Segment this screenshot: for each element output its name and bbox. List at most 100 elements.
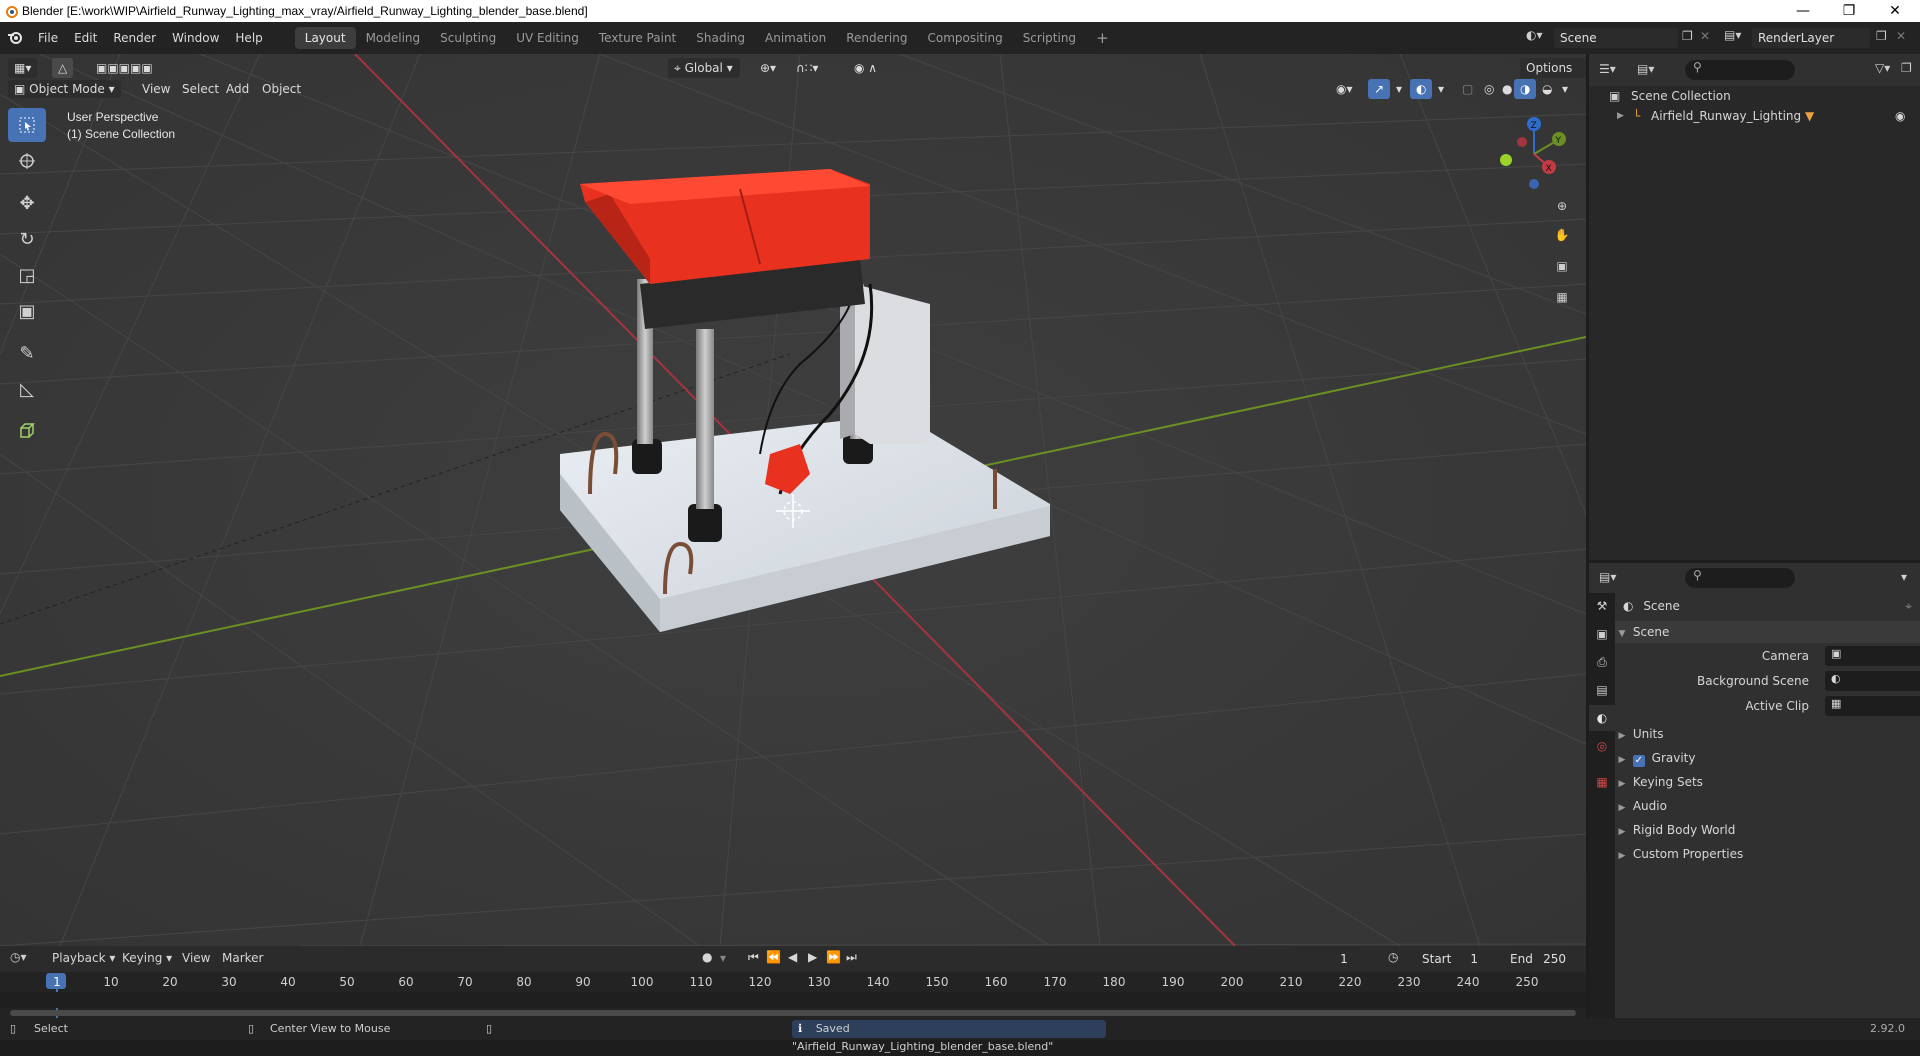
jump-prev-key-icon[interactable]: ⏪ — [766, 950, 781, 964]
select-tool-icon[interactable] — [8, 108, 46, 142]
background-scene-field[interactable]: ◐ — [1825, 671, 1920, 691]
delete-view-layer-icon[interactable]: ✕ — [1896, 29, 1906, 43]
viewport-menu-object[interactable]: Object — [256, 79, 307, 99]
select-box-tool-icon[interactable]: △ — [52, 58, 74, 78]
view-layer-icon[interactable]: ▤▾ — [1724, 28, 1741, 42]
tab-scripting[interactable]: Scripting — [1013, 27, 1086, 49]
snap-icon[interactable]: ∩∷▾ — [790, 58, 824, 78]
preview-range-icon[interactable]: ◷ — [1388, 950, 1398, 964]
xray-toggle-icon[interactable]: ▢ — [1456, 79, 1479, 99]
add-workspace-icon[interactable]: + — [1086, 27, 1119, 49]
gizmo-dropdown-icon[interactable]: ▾ — [1390, 79, 1408, 99]
viewport-menu-view[interactable]: View — [136, 79, 176, 99]
tab-texture-paint[interactable]: Texture Paint — [589, 27, 686, 49]
3d-viewport[interactable]: ▦▾ △ ▣▣▣▣▣ ⌖ Global ▾ ⊕▾ ∩∷▾ ◉ ∧ Options… — [0, 54, 1586, 946]
restore-button[interactable]: ❐ — [1826, 0, 1872, 22]
tab-compositing[interactable]: Compositing — [917, 27, 1012, 49]
custom-properties-panel-header[interactable]: ▶ Custom Properties — [1615, 843, 1920, 865]
audio-panel-header[interactable]: ▶ Audio — [1615, 795, 1920, 817]
gravity-panel-header[interactable]: ▶ ✓ Gravity — [1615, 747, 1920, 769]
cursor-tool-icon[interactable] — [8, 144, 46, 178]
outliner-item[interactable]: ▶ └ Airfield_Runway_Lighting ▼ ◉ — [1589, 106, 1920, 126]
timeline-menu-marker[interactable]: Marker — [222, 951, 263, 965]
timeline-scrollbar[interactable] — [10, 1010, 1576, 1016]
gizmo-toggle-icon[interactable]: ↗ — [1368, 79, 1391, 99]
annotate-tool-icon[interactable]: ✎ — [8, 336, 46, 370]
mode-dropdown[interactable]: ▣ Object Mode ▾ — [8, 80, 121, 98]
world-tab-icon[interactable]: ◎ — [1589, 733, 1615, 759]
current-frame-field[interactable]: 1 — [1308, 949, 1380, 969]
blender-menu-icon[interactable] — [0, 29, 30, 48]
add-cube-tool-icon[interactable] — [8, 414, 46, 448]
shading-dropdown-icon[interactable]: ▾ — [1556, 79, 1574, 99]
transform-orientation-dropdown[interactable]: ⌖ Global ▾ — [668, 58, 740, 78]
active-clip-field[interactable]: ▦ — [1825, 696, 1920, 716]
options-dropdown[interactable]: Options ▾ — [1520, 58, 1586, 95]
start-frame-field[interactable]: Start 1 — [1406, 949, 1490, 969]
outliner-root-row[interactable]: ▣ Scene Collection — [1589, 86, 1920, 106]
pin-icon[interactable]: ⌖ — [1905, 593, 1912, 619]
tab-sculpting[interactable]: Sculpting — [430, 27, 506, 49]
tab-layout[interactable]: Layout — [294, 27, 356, 49]
editor-type-icon[interactable]: ▦▾ — [8, 58, 38, 78]
rotate-tool-icon[interactable]: ↻ — [8, 222, 46, 256]
outliner-search-input[interactable]: ⚲ — [1685, 60, 1795, 80]
viewport-menu-select[interactable]: Select — [176, 79, 225, 99]
display-mode-icon[interactable]: ▤▾ — [1637, 62, 1654, 76]
menu-render[interactable]: Render — [105, 27, 164, 49]
timeline-editor-type-icon[interactable]: ◷▾ — [10, 950, 27, 964]
timeline-menu-view[interactable]: View — [182, 951, 210, 965]
keying-dropdown-icon[interactable]: ▾ — [720, 951, 726, 965]
jump-end-icon[interactable]: ⏭ — [846, 950, 857, 965]
proportional-edit-icon[interactable]: ◉ ∧ — [848, 58, 883, 78]
properties-editor-type-icon[interactable]: ▤▾ — [1599, 570, 1616, 584]
frame-ruler[interactable]: 1 10 20 30 40 50 60 70 80 90 100 110 120… — [0, 972, 1586, 1018]
minimize-button[interactable]: — — [1780, 0, 1826, 22]
timeline-menu-playback[interactable]: Playback ▾ — [52, 951, 115, 965]
selection-mode-icons[interactable]: ▣▣▣▣▣ — [90, 58, 159, 78]
new-collection-icon[interactable]: ❐ — [1901, 61, 1912, 75]
units-panel-header[interactable]: ▶ Units — [1615, 723, 1920, 745]
tab-modeling[interactable]: Modeling — [356, 27, 431, 49]
view-layer-field[interactable]: RenderLayer — [1752, 28, 1870, 48]
new-scene-icon[interactable]: ❐ — [1682, 29, 1693, 43]
properties-search-input[interactable]: ⚲ — [1685, 568, 1795, 588]
measure-tool-icon[interactable]: ◺ — [8, 372, 46, 406]
scene-tab-icon[interactable]: ◐ — [1589, 705, 1615, 731]
overlays-dropdown-icon[interactable]: ▾ — [1432, 79, 1450, 99]
zoom-icon[interactable]: ⊕ — [1549, 193, 1575, 219]
tab-animation[interactable]: Animation — [755, 27, 836, 49]
delete-scene-icon[interactable]: ✕ — [1700, 29, 1710, 43]
material-shading-icon[interactable]: ◑ — [1514, 79, 1537, 99]
menu-edit[interactable]: Edit — [66, 27, 105, 49]
new-view-layer-icon[interactable]: ❐ — [1876, 29, 1887, 43]
output-tab-icon[interactable]: ⎙ — [1589, 649, 1615, 675]
overlays-toggle-icon[interactable]: ◐ — [1410, 79, 1433, 99]
jump-start-icon[interactable]: ⏮ — [748, 950, 759, 965]
viewport-menu-add[interactable]: Add — [220, 79, 255, 99]
scene-field[interactable]: Scene — [1554, 28, 1678, 48]
tool-tab-icon[interactable]: ⚒ — [1589, 593, 1615, 619]
view-layer-tab-icon[interactable]: ▤ — [1589, 677, 1615, 703]
ortho-grid-icon[interactable]: ▦ — [1549, 284, 1575, 310]
camera-field[interactable]: ▣ ✐ — [1825, 646, 1920, 666]
menu-help[interactable]: Help — [227, 27, 270, 49]
keying-sets-panel-header[interactable]: ▶ Keying Sets — [1615, 771, 1920, 793]
gravity-checkbox[interactable]: ✓ — [1632, 755, 1645, 767]
render-tab-icon[interactable]: ▣ — [1589, 621, 1615, 647]
transform-tool-icon[interactable]: ▣ — [8, 294, 46, 328]
eye-visibility-icon[interactable]: ◉ — [1895, 106, 1905, 126]
scene-selector-icon[interactable]: ◐▾ — [1526, 28, 1543, 42]
filter-icon[interactable]: ▽▾ — [1875, 61, 1890, 75]
play-icon[interactable]: ▶ — [808, 950, 817, 964]
tab-rendering[interactable]: Rendering — [836, 27, 917, 49]
tab-shading[interactable]: Shading — [686, 27, 755, 49]
properties-options-icon[interactable]: ▾ — [1901, 570, 1907, 584]
timeline-menu-keying[interactable]: Keying ▾ — [122, 951, 172, 965]
menu-window[interactable]: Window — [164, 27, 227, 49]
tab-uv-editing[interactable]: UV Editing — [506, 27, 589, 49]
scale-tool-icon[interactable]: ◲ — [8, 258, 46, 292]
pivot-point-icon[interactable]: ⊕▾ — [754, 58, 782, 78]
visibility-icon[interactable]: ◉▾ — [1330, 79, 1359, 99]
texture-tab-icon[interactable]: ▦ — [1589, 769, 1615, 795]
